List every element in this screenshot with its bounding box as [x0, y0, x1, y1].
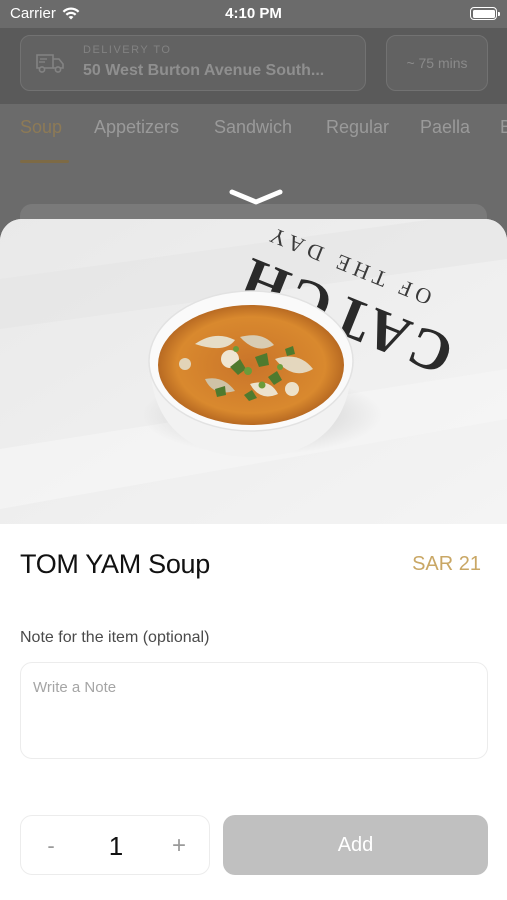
status-bar: Carrier 4:10 PM [0, 0, 507, 28]
eta-text: ~ 75 mins [406, 55, 468, 71]
tab-soup[interactable]: Soup [20, 117, 62, 138]
category-tabs: Soup Appetizers Sandwich Regular Paella … [0, 104, 507, 166]
delivery-address: 50 West Burton Avenue South... [83, 62, 325, 79]
item-price: SAR 21 [412, 553, 481, 575]
quantity-value: 1 [108, 831, 124, 861]
active-tab-indicator [20, 160, 69, 163]
tab-overflow[interactable]: B [500, 117, 507, 138]
item-detail-sheet: CATCH OF THE DAY TOM YAM Soup SAR 21 Not… [0, 219, 507, 900]
truck-icon [36, 54, 64, 73]
status-time: 4:10 PM [225, 5, 282, 22]
increase-quantity-button[interactable]: + [167, 831, 191, 861]
tab-paella[interactable]: Paella [420, 117, 470, 138]
note-label: Note for the item (optional) [20, 629, 210, 646]
food-image: CATCH OF THE DAY [0, 219, 507, 524]
delivery-label: DELIVERY TO [83, 44, 172, 56]
tab-regular[interactable]: Regular [326, 117, 389, 138]
eta-badge: ~ 75 mins [386, 35, 488, 91]
tab-sandwich[interactable]: Sandwich [214, 117, 292, 138]
decrease-quantity-button[interactable]: - [39, 831, 63, 861]
delivery-selector[interactable]: DELIVERY TO 50 West Burton Avenue South.… [20, 35, 366, 91]
header: DELIVERY TO 50 West Burton Avenue South.… [0, 28, 507, 104]
note-input[interactable] [20, 662, 488, 759]
add-to-cart-button[interactable]: Add [223, 815, 488, 875]
tab-appetizers[interactable]: Appetizers [94, 117, 179, 138]
quantity-stepper: - 1 + [20, 815, 210, 875]
battery-icon [470, 7, 500, 20]
item-title: TOM YAM Soup [20, 549, 210, 579]
chevron-down-icon[interactable] [228, 186, 284, 210]
